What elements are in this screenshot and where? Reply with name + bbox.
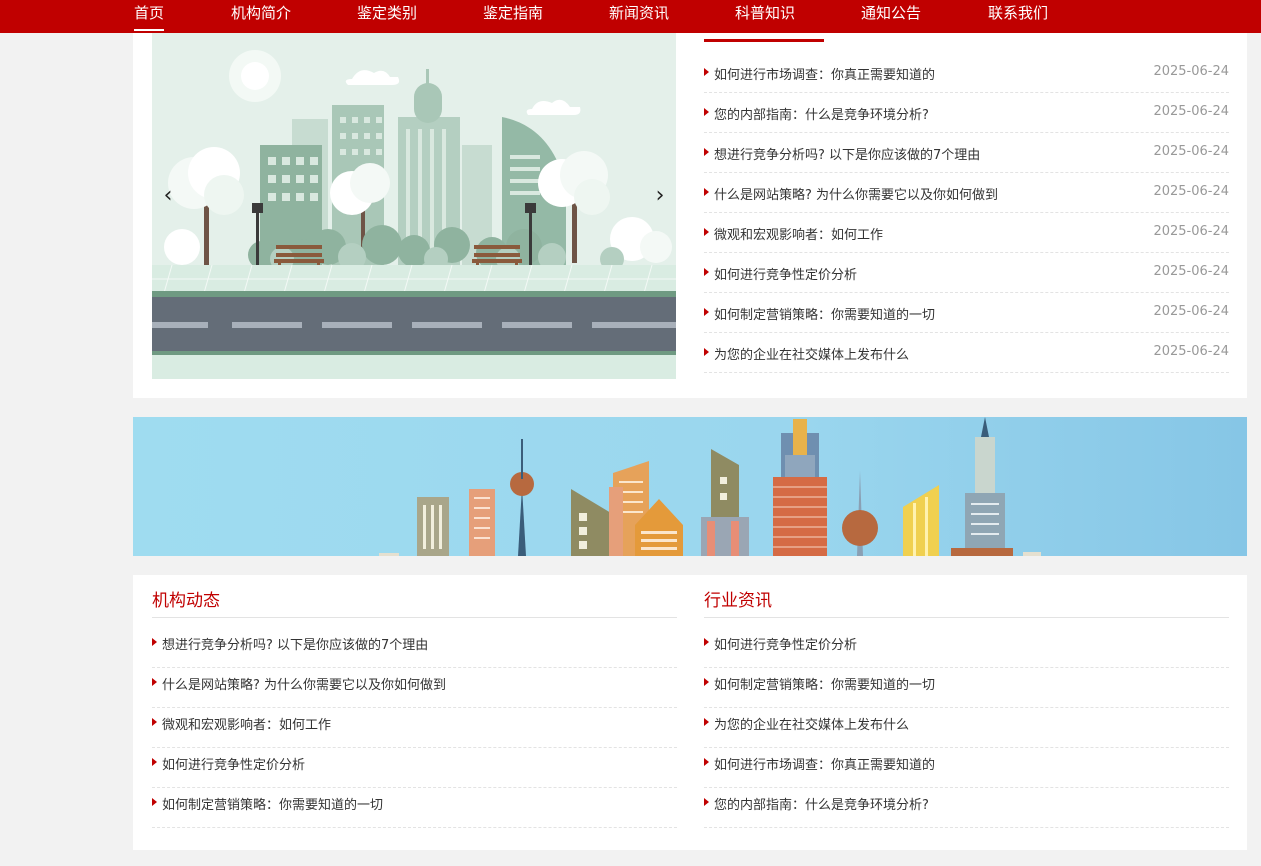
news-title[interactable]: 微观和宏观影响者：如何工作 <box>162 714 331 733</box>
bullet-triangle-icon <box>704 268 709 276</box>
bullet-triangle-icon <box>704 148 709 156</box>
news-title[interactable]: 什么是网站策略? 为什么你需要它以及你如何做到 <box>162 674 446 693</box>
list-item[interactable]: 想进行竞争分析吗? 以下是你应该做的7个理由 2025-06-24 <box>704 133 1229 173</box>
news-date: 2025-06-24 <box>1153 144 1229 159</box>
industry-news-section: 行业资讯 如何进行竞争性定价分析 如何制定营销策略：你需要知道的一切 为您的企业… <box>704 575 1229 828</box>
chevron-left-icon[interactable]: ‹ <box>156 181 180 211</box>
nav-item-contact[interactable]: 联系我们 <box>988 0 1048 33</box>
bullet-triangle-icon <box>704 308 709 316</box>
list-item[interactable]: 如何制定营销策略：你需要知道的一切 <box>704 668 1229 708</box>
list-item[interactable]: 如何制定营销策略：你需要知道的一切 2025-06-24 <box>704 293 1229 333</box>
news-date: 2025-06-24 <box>1153 344 1229 359</box>
list-item[interactable]: 您的内部指南：什么是竞争环境分析? <box>704 788 1229 828</box>
news-title[interactable]: 想进行竞争分析吗? 以下是你应该做的7个理由 <box>714 144 980 163</box>
news-title[interactable]: 什么是网站策略? 为什么你需要它以及你如何做到 <box>714 184 998 203</box>
list-item[interactable]: 为您的企业在社交媒体上发布什么 <box>704 708 1229 748</box>
news-title[interactable]: 您的内部指南：什么是竞争环境分析? <box>714 794 929 813</box>
bullet-triangle-icon <box>704 718 709 726</box>
list-item[interactable]: 您的内部指南：什么是竞争环境分析? 2025-06-24 <box>704 93 1229 133</box>
list-item[interactable]: 如何制定营销策略：你需要知道的一切 <box>152 788 677 828</box>
bullet-triangle-icon <box>152 798 157 806</box>
news-title[interactable]: 为您的企业在社交媒体上发布什么 <box>714 714 909 733</box>
news-title[interactable]: 您的内部指南：什么是竞争环境分析? <box>714 104 929 123</box>
bullet-triangle-icon <box>704 108 709 116</box>
news-title[interactable]: 如何进行竞争性定价分析 <box>162 754 305 773</box>
industry-news-list: 如何进行竞争性定价分析 如何制定营销策略：你需要知道的一切 为您的企业在社交媒体… <box>704 628 1229 828</box>
news-title[interactable]: 微观和宏观影响者：如何工作 <box>714 224 883 243</box>
section-title[interactable]: 机构动态 <box>152 575 677 618</box>
news-date: 2025-06-24 <box>1153 304 1229 319</box>
news-date: 2025-06-24 <box>1153 264 1229 279</box>
bullet-triangle-icon <box>152 678 157 686</box>
news-date: 2025-06-24 <box>1153 64 1229 79</box>
news-list: 如何进行市场调查：你真正需要知道的 2025-06-24 您的内部指南：什么是竞争… <box>704 53 1229 373</box>
list-item[interactable]: 想进行竞争分析吗? 以下是你应该做的7个理由 <box>152 628 677 668</box>
list-item[interactable]: 微观和宏观影响者：如何工作 <box>152 708 677 748</box>
bullet-triangle-icon <box>704 758 709 766</box>
news-title[interactable]: 如何制定营销策略：你需要知道的一切 <box>714 674 935 693</box>
bullet-triangle-icon <box>704 638 709 646</box>
bullet-triangle-icon <box>152 638 157 646</box>
news-title[interactable]: 如何制定营销策略：你需要知道的一切 <box>162 794 383 813</box>
news-title[interactable]: 如何进行市场调查：你真正需要知道的 <box>714 754 935 773</box>
featured-panel: ‹ › 如何进行市场调查：你真正需要知道的 2025-06-24 您的内部指南：什… <box>133 33 1247 398</box>
list-item[interactable]: 什么是网站策略? 为什么你需要它以及你如何做到 <box>152 668 677 708</box>
bullet-triangle-icon <box>704 678 709 686</box>
image-slider[interactable]: ‹ › <box>152 33 676 379</box>
bullet-triangle-icon <box>704 228 709 236</box>
top-nav: 首页 机构简介 鉴定类别 鉴定指南 新闻资讯 科普知识 通知公告 联系我们 <box>0 0 1261 33</box>
bullet-triangle-icon <box>152 718 157 726</box>
city-skyline-banner[interactable] <box>133 417 1247 556</box>
bullet-triangle-icon <box>704 348 709 356</box>
city-park-illustration <box>152 33 676 379</box>
bullet-triangle-icon <box>704 188 709 196</box>
nav-item-science[interactable]: 科普知识 <box>735 0 795 33</box>
news-title[interactable]: 为您的企业在社交媒体上发布什么 <box>714 344 909 363</box>
news-date: 2025-06-24 <box>1153 104 1229 119</box>
nav-item-about[interactable]: 机构简介 <box>231 0 291 33</box>
chevron-right-icon[interactable]: › <box>648 181 672 211</box>
nav-item-home[interactable]: 首页 <box>134 0 165 33</box>
nav-item-guide[interactable]: 鉴定指南 <box>483 0 543 33</box>
news-date: 2025-06-24 <box>1153 224 1229 239</box>
news-date: 2025-06-24 <box>1153 184 1229 199</box>
nav-item-notices[interactable]: 通知公告 <box>861 0 921 33</box>
news-title[interactable]: 如何进行市场调查：你真正需要知道的 <box>714 64 935 83</box>
list-item[interactable]: 如何进行市场调查：你真正需要知道的 <box>704 748 1229 788</box>
list-item[interactable]: 如何进行竞争性定价分析 <box>704 628 1229 668</box>
news-title[interactable]: 如何进行竞争性定价分析 <box>714 264 857 283</box>
org-news-section: 机构动态 想进行竞争分析吗? 以下是你应该做的7个理由 什么是网站策略? 为什么… <box>152 575 677 828</box>
list-item[interactable]: 为您的企业在社交媒体上发布什么 2025-06-24 <box>704 333 1229 373</box>
section-title[interactable]: 行业资讯 <box>704 575 1229 618</box>
news-title[interactable]: 如何进行竞争性定价分析 <box>714 634 857 653</box>
skyline-illustration <box>133 417 1247 556</box>
org-news-list: 想进行竞争分析吗? 以下是你应该做的7个理由 什么是网站策略? 为什么你需要它以… <box>152 628 677 828</box>
bullet-triangle-icon <box>704 798 709 806</box>
list-item[interactable]: 微观和宏观影响者：如何工作 2025-06-24 <box>704 213 1229 253</box>
list-item[interactable]: 如何进行竞争性定价分析 2025-06-24 <box>704 253 1229 293</box>
list-item[interactable]: 什么是网站策略? 为什么你需要它以及你如何做到 2025-06-24 <box>704 173 1229 213</box>
nav-item-categories[interactable]: 鉴定类别 <box>357 0 417 33</box>
news-columns-panel: 机构动态 想进行竞争分析吗? 以下是你应该做的7个理由 什么是网站策略? 为什么… <box>133 575 1247 850</box>
list-item[interactable]: 如何进行市场调查：你真正需要知道的 2025-06-24 <box>704 53 1229 93</box>
bullet-triangle-icon <box>152 758 157 766</box>
list-item[interactable]: 如何进行竞争性定价分析 <box>152 748 677 788</box>
bullet-triangle-icon <box>704 68 709 76</box>
nav-item-news[interactable]: 新闻资讯 <box>609 0 669 33</box>
news-title[interactable]: 想进行竞争分析吗? 以下是你应该做的7个理由 <box>162 634 428 653</box>
news-title[interactable]: 如何制定营销策略：你需要知道的一切 <box>714 304 935 323</box>
tab-active-indicator <box>704 39 824 42</box>
